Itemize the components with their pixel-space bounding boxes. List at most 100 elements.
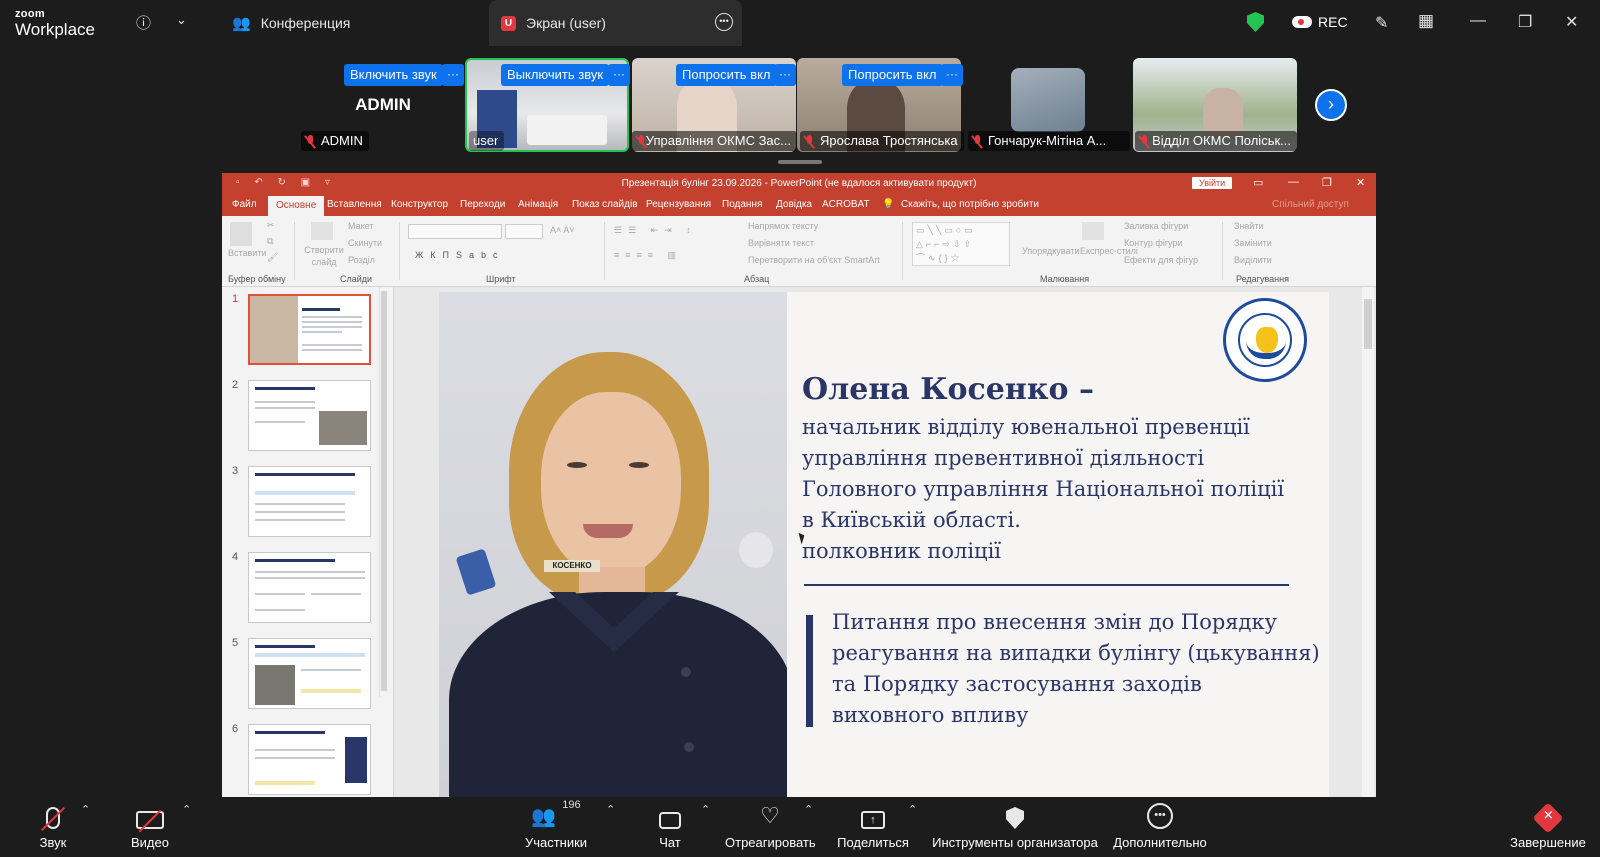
share-options-caret-icon[interactable]: ⌃ <box>908 803 917 816</box>
slide-number: 3 <box>232 465 239 477</box>
ribbon-tab-design[interactable]: Конструктор <box>391 199 448 210</box>
current-slide[interactable]: КОСЕНКО Олена Косенко – начальник відділ… <box>439 292 1329 797</box>
share-button[interactable]: Спільний доступ <box>1272 199 1349 210</box>
ppt-ribbon: Вставити ✂ ⧉ 🖌 Створити слайд Макет Скин… <box>222 216 1376 287</box>
slide-thumbnail-6[interactable] <box>248 724 371 795</box>
tab-conference[interactable]: 👥 Конференция <box>222 0 360 46</box>
chat-button[interactable]: Чат <box>652 797 688 857</box>
scrollbar-thumb[interactable] <box>381 291 387 691</box>
ppt-signin-button[interactable]: Увійти <box>1192 177 1233 189</box>
ribbon-tab-home[interactable]: Основне <box>268 196 325 217</box>
mute-button[interactable]: Выключить звук <box>501 64 610 86</box>
align-text-button[interactable]: Вирівняти текст <box>748 238 814 248</box>
host-tools-button[interactable]: Инструменты организатора <box>932 797 1098 857</box>
close-icon[interactable]: ✕ <box>1565 12 1578 32</box>
shapes-gallery[interactable]: ▭╲╲▭○▭ △⌐⌐⇨⇩⇧ ⌒∿{}☆ <box>912 222 1010 266</box>
slide-thumbnail-3[interactable] <box>248 466 371 537</box>
ribbon-tab-file[interactable]: Файл <box>232 199 257 210</box>
ppt-minimize-icon[interactable]: — <box>1288 176 1299 188</box>
cut-icon[interactable]: ✂ <box>267 220 275 231</box>
participants-options-caret-icon[interactable]: ⌃ <box>606 803 615 816</box>
cloud-recording-indicator[interactable]: REC <box>1292 14 1348 30</box>
ribbon-tab-insert[interactable]: Вставлення <box>327 199 382 210</box>
new-slide-button[interactable]: Створити слайд <box>302 244 346 268</box>
video-options-caret-icon[interactable]: ⌃ <box>182 803 191 816</box>
smartart-button[interactable]: Перетворити на об'єкт SmartArt <box>748 255 880 265</box>
info-icon[interactable]: ⓘ <box>136 12 151 33</box>
more-options-icon[interactable]: ••• <box>715 13 733 31</box>
tell-me-search[interactable]: Скажіть, що потрібно зробити <box>901 199 1039 210</box>
ppt-close-icon[interactable]: ✕ <box>1356 176 1365 189</box>
ribbon-tab-animations[interactable]: Анімація <box>518 199 558 210</box>
audio-options-caret-icon[interactable]: ⌃ <box>81 803 90 816</box>
audio-button[interactable]: Звук <box>32 797 74 857</box>
scrollbar-thumb[interactable] <box>1364 299 1372 349</box>
encryption-shield-icon[interactable] <box>1247 12 1264 32</box>
react-button[interactable]: ♡ Отреагировать <box>725 797 816 857</box>
arrange-button[interactable]: Упорядкувати <box>1022 246 1079 256</box>
alignment-icons[interactable]: ≡≡≡≡ ▥ <box>614 250 682 261</box>
chevron-down-icon[interactable]: ⌄ <box>176 12 187 28</box>
participant-name-tag: Гончарук-Мітіна А... <box>968 131 1130 151</box>
ribbon-tab-transitions[interactable]: Переходи <box>460 199 505 210</box>
find-button[interactable]: Знайти <box>1234 221 1264 231</box>
camera-off-icon <box>128 797 172 833</box>
minimize-icon[interactable]: — <box>1470 12 1486 30</box>
tab-screen-share[interactable]: U Экран (user) ••• <box>489 0 742 46</box>
view-layout-icon[interactable]: ▦ <box>1418 11 1434 31</box>
share-screen-button[interactable]: ↑ Поделиться <box>836 797 910 857</box>
unmute-button[interactable]: Включить звук <box>344 64 443 86</box>
font-name-select[interactable] <box>408 224 502 239</box>
tile-more-button[interactable]: ··· <box>442 64 464 86</box>
format-painter-icon[interactable]: 🖌 <box>267 252 278 263</box>
host-tools-label: Инструменты организатора <box>932 835 1098 850</box>
strip-resize-handle[interactable] <box>778 160 822 164</box>
chat-options-caret-icon[interactable]: ⌃ <box>701 803 710 816</box>
layout-button[interactable]: Макет <box>348 221 373 231</box>
end-meeting-button[interactable]: Завершение <box>1508 797 1588 857</box>
participants-button[interactable]: 👥 196 Участники <box>520 797 592 857</box>
ribbon-tab-view[interactable]: Подання <box>722 199 762 210</box>
font-format-icons[interactable]: ЖКПSabc <box>415 250 505 260</box>
topic-line: та Порядку застосування заходів <box>832 672 1202 696</box>
ask-to-unmute-button[interactable]: Попросить вкл <box>842 64 943 86</box>
reset-button[interactable]: Скинути <box>348 238 382 248</box>
tile-more-button[interactable]: ··· <box>608 64 630 86</box>
react-options-caret-icon[interactable]: ⌃ <box>804 803 813 816</box>
user-badge-icon: U <box>501 15 516 31</box>
video-button[interactable]: Видео <box>128 797 172 857</box>
ask-to-unmute-button[interactable]: Попросить вкл <box>676 64 777 86</box>
annotate-icon[interactable]: ✎ <box>1375 13 1388 33</box>
more-button[interactable]: ••• Дополнительно <box>1112 797 1208 857</box>
tile-more-button[interactable]: ··· <box>774 64 796 86</box>
slide-thumbnail-4[interactable] <box>248 552 371 623</box>
font-size-increase-icon[interactable]: A˄ A˅ <box>550 225 575 235</box>
shape-fill-button[interactable]: Заливка фігури <box>1124 221 1188 231</box>
bullets-icons[interactable]: ☰☰ ⇤⇥ ↕ <box>614 225 697 236</box>
shape-outline-button[interactable]: Контур фігури <box>1124 238 1182 248</box>
shape-effects-button[interactable]: Ефекти для фігур <box>1124 255 1198 265</box>
font-size-select[interactable] <box>505 224 543 239</box>
select-button[interactable]: Виділити <box>1234 255 1272 265</box>
replace-button[interactable]: Замінити <box>1234 238 1272 248</box>
section-button[interactable]: Розділ <box>348 255 375 265</box>
zoom-logo: zoom Workplace <box>15 9 95 39</box>
paste-button[interactable]: Вставити <box>228 248 267 258</box>
thumbnails-scrollbar[interactable] <box>379 287 388 697</box>
slide-thumbnail-1[interactable] <box>248 294 371 365</box>
ppt-restore-icon[interactable]: ❐ <box>1322 176 1332 189</box>
next-page-arrow-icon[interactable]: › <box>1315 89 1347 121</box>
ribbon-tab-help[interactable]: Довідка <box>776 199 812 210</box>
slide-scrollbar[interactable] <box>1362 287 1374 797</box>
tile-more-button[interactable]: ··· <box>941 64 963 86</box>
ribbon-display-icon[interactable]: ▭ <box>1253 176 1263 189</box>
ribbon-tab-acrobat[interactable]: ACROBAT <box>822 199 870 210</box>
ribbon-tab-slideshow[interactable]: Показ слайдів <box>572 199 638 210</box>
slide-thumbnail-5[interactable] <box>248 638 371 709</box>
ribbon-tab-review[interactable]: Рецензування <box>646 199 711 210</box>
text-direction-button[interactable]: Напрямок тексту <box>748 221 818 231</box>
participant-name-tag: Управління ОКМС Зас... <box>632 131 797 151</box>
restore-icon[interactable]: ❐ <box>1518 12 1532 32</box>
copy-icon[interactable]: ⧉ <box>267 236 273 247</box>
slide-thumbnail-2[interactable] <box>248 380 371 451</box>
